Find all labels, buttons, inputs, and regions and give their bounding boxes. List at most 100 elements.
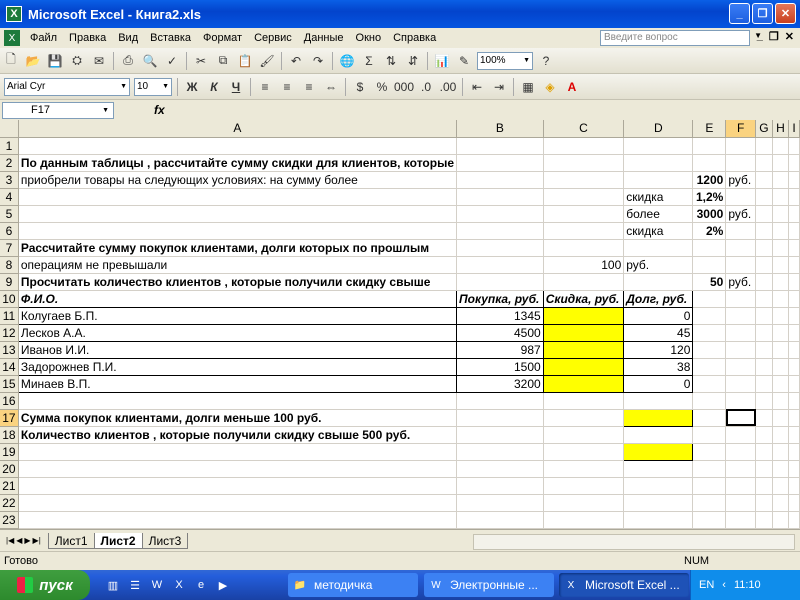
cell-d20[interactable] [623, 460, 694, 478]
cell-f5[interactable]: руб. [725, 205, 757, 223]
cell-g19[interactable] [755, 443, 773, 461]
cell-f7[interactable] [725, 239, 757, 257]
print-preview-icon[interactable]: 🔍 [141, 52, 159, 70]
worksheet-grid[interactable]: A B C D E F G H I 1 2 По данным таблицы , рассчитай… [0, 120, 800, 529]
cell-f14[interactable] [725, 358, 757, 376]
cell-i15[interactable] [788, 375, 800, 393]
row-header[interactable]: 13 [0, 341, 19, 359]
close-button[interactable]: ✕ [775, 3, 796, 24]
row-header[interactable]: 18 [0, 426, 19, 444]
cell-f13[interactable] [725, 341, 757, 359]
cell-h21[interactable] [772, 477, 790, 495]
cell-f3[interactable]: руб. [725, 171, 757, 189]
cell-f19[interactable] [725, 443, 757, 461]
cell-d23[interactable] [623, 511, 694, 529]
cell-g1[interactable] [755, 137, 773, 155]
align-center-icon[interactable]: ≡ [278, 78, 296, 96]
start-button[interactable]: пуск [0, 570, 90, 600]
cell-b15[interactable]: 3200 [456, 374, 544, 393]
task-folder[interactable]: 📁 методичка [288, 573, 418, 597]
sheet-tab-3[interactable]: Лист3 [141, 532, 189, 549]
cell-g5[interactable] [755, 205, 773, 223]
row-header[interactable]: 21 [0, 477, 19, 495]
row-header[interactable]: 3 [0, 171, 19, 189]
cell-a20[interactable] [18, 460, 458, 478]
cell-a4[interactable] [18, 188, 458, 206]
cell-g18[interactable] [755, 426, 773, 444]
cell-h9[interactable] [772, 273, 790, 291]
cell-b12[interactable]: 4500 [456, 323, 544, 342]
cell-i19[interactable] [788, 443, 800, 461]
cell-h10[interactable] [772, 290, 790, 308]
merge-center-icon[interactable]: ⇔ [322, 78, 340, 96]
cell-a18[interactable]: Количество клиентов , которые получили с… [18, 426, 458, 444]
cell-b22[interactable] [456, 494, 544, 512]
cell-d15[interactable]: 0 [623, 374, 694, 393]
cell-f4[interactable] [725, 188, 757, 206]
cell-i20[interactable] [788, 460, 800, 478]
cell-c2[interactable] [543, 154, 625, 172]
row-header[interactable]: 20 [0, 460, 19, 478]
cell-a16[interactable] [18, 392, 458, 410]
cell-i7[interactable] [788, 239, 800, 257]
cell-b14[interactable]: 1500 [456, 357, 544, 376]
cell-h18[interactable] [772, 426, 790, 444]
cell-d11[interactable]: 0 [623, 306, 694, 325]
word-icon[interactable]: W [148, 576, 166, 594]
cell-e1[interactable] [692, 137, 727, 155]
cell-g15[interactable] [755, 375, 773, 393]
format-painter-icon[interactable]: 🖌 [258, 52, 276, 70]
cell-a7[interactable]: Рассчитайте сумму покупок клиентами, дол… [18, 239, 458, 257]
cell-e8[interactable] [692, 256, 727, 274]
permission-icon[interactable]: ⛭ [68, 52, 86, 70]
cell-h20[interactable] [772, 460, 790, 478]
cell-c11[interactable] [542, 306, 625, 325]
cell-g4[interactable] [755, 188, 773, 206]
row-header[interactable]: 7 [0, 239, 19, 257]
cell-h19[interactable] [772, 443, 790, 461]
row-header[interactable]: 8 [0, 256, 19, 274]
cell-i4[interactable] [788, 188, 800, 206]
doc-close-button[interactable]: ✕ [785, 30, 794, 43]
cell-i17[interactable] [788, 409, 800, 427]
doc-minimize-button[interactable]: _ [757, 30, 763, 43]
cell-e21[interactable] [692, 477, 727, 495]
cell-h2[interactable] [772, 154, 790, 172]
cell-e16[interactable] [692, 392, 727, 410]
cell-b20[interactable] [456, 460, 544, 478]
last-sheet-icon[interactable]: ▶| [33, 536, 41, 545]
cell-a15[interactable]: Минаев В.П. [17, 374, 458, 393]
new-icon[interactable]: 🗋 [2, 52, 20, 70]
cell-i23[interactable] [788, 511, 800, 529]
cell-e11[interactable] [692, 307, 727, 325]
cell-g23[interactable] [755, 511, 773, 529]
cell-h22[interactable] [772, 494, 790, 512]
column-header-g[interactable]: G [755, 120, 773, 138]
row-header[interactable]: 17 [0, 409, 19, 427]
task-word[interactable]: W Электронные ... [424, 573, 554, 597]
cell-c4[interactable] [543, 188, 625, 206]
sort-asc-icon[interactable]: ⇅ [382, 52, 400, 70]
cell-f23[interactable] [725, 511, 757, 529]
row-header[interactable]: 11 [0, 307, 19, 325]
italic-icon[interactable]: К [205, 78, 223, 96]
restore-button[interactable]: ❐ [752, 3, 773, 24]
help-question-input[interactable]: Введите вопрос [600, 30, 750, 46]
next-sheet-icon[interactable]: ▶ [24, 536, 30, 545]
task-excel[interactable]: X Microsoft Excel ... [559, 573, 689, 597]
cell-i21[interactable] [788, 477, 800, 495]
cell-a14[interactable]: Задорожнев П.И. [17, 357, 458, 376]
cell-e20[interactable] [692, 460, 727, 478]
cell-h1[interactable] [772, 137, 790, 155]
cell-e13[interactable] [692, 341, 727, 359]
row-header[interactable]: 22 [0, 494, 19, 512]
sheet-tab-2[interactable]: Лист2 [93, 532, 143, 549]
cell-d22[interactable] [623, 494, 694, 512]
cell-b1[interactable] [456, 137, 544, 155]
cell-f2[interactable] [725, 154, 757, 172]
row-header[interactable]: 12 [0, 324, 19, 342]
cell-h4[interactable] [772, 188, 790, 206]
cell-d12[interactable]: 45 [623, 323, 694, 342]
row-header[interactable]: 14 [0, 358, 19, 376]
font-color-icon[interactable]: A [563, 78, 581, 96]
